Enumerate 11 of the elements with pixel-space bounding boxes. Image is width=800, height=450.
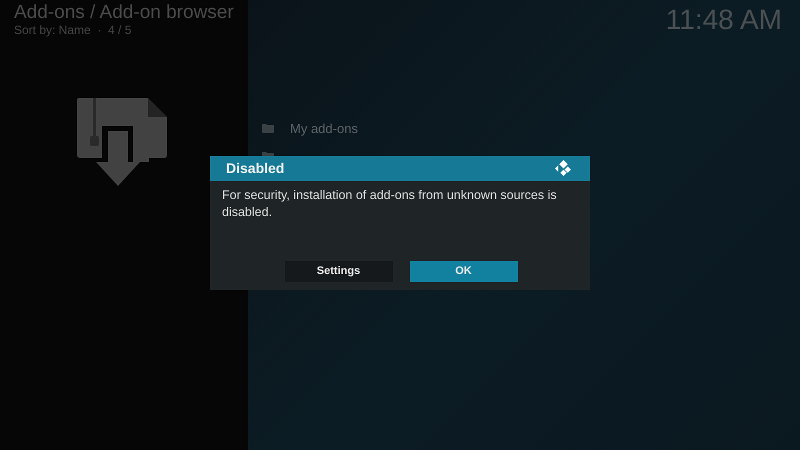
breadcrumb-title: Add-ons / Add-on browser xyxy=(14,2,235,24)
dialog-button[interactable]: Settings xyxy=(284,261,392,282)
sort-info: Sort by: Name · 4 / 5 xyxy=(14,24,132,36)
menu-item[interactable]: My add-ons xyxy=(262,120,800,137)
dialog-message: For security, installation of add-ons from unknown sources is disabled. xyxy=(221,187,558,221)
folder-icon xyxy=(262,124,274,133)
zip-download-icon xyxy=(77,98,169,188)
dialog-title: Disabled xyxy=(226,159,284,178)
dialog-button[interactable]: OK xyxy=(410,261,518,282)
clock: 11:48 AM xyxy=(666,4,782,36)
logo-icon xyxy=(555,160,572,177)
